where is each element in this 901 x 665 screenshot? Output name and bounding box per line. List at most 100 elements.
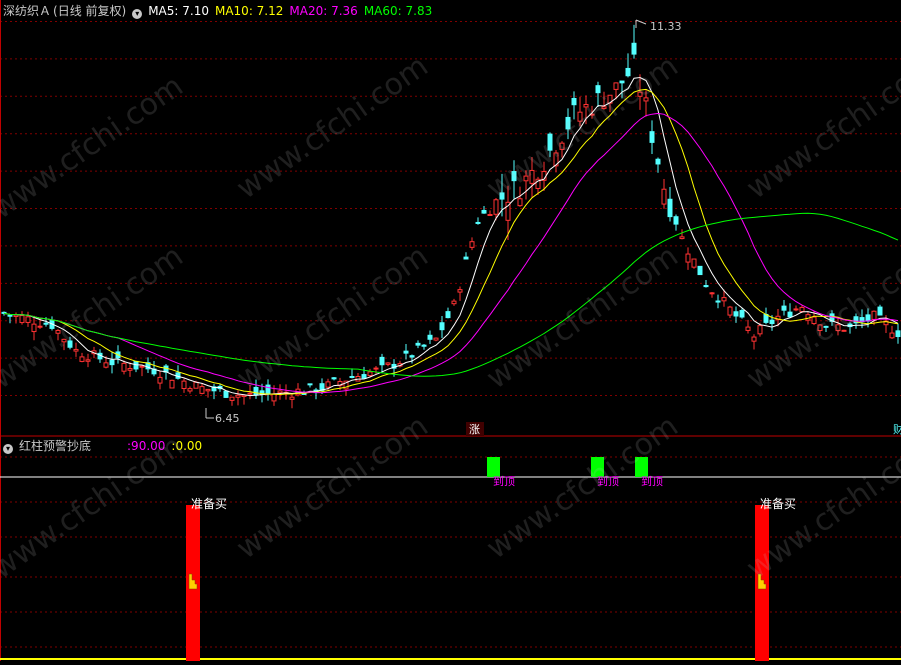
candle-body [271,393,277,402]
candle-body [577,111,583,122]
candle-body [547,133,553,151]
dropdown-icon[interactable]: ▾ [132,9,143,19]
candle-body [787,311,793,318]
high-label: 11.33 [650,20,682,33]
candle-body [835,324,841,332]
candle-body [637,91,643,97]
indicator-menu-icon[interactable]: ▾ [3,444,13,454]
stock-name[interactable]: 深纺织Ａ [3,4,51,18]
candle-body [823,325,829,328]
right-edge-marker: 财 [893,422,901,436]
candle-body [871,310,877,320]
candle-body [55,329,61,334]
candle-body [889,332,895,339]
candle-body [439,322,445,331]
candle-body [433,337,439,341]
candle-body [721,297,727,302]
candle-body [205,388,211,392]
top-signal-bar [487,457,500,477]
ma10-line [3,88,899,396]
candle-body [463,256,469,260]
candle-body [61,338,67,343]
candle-body [373,367,379,370]
candle-body [793,308,799,311]
candle-body [415,342,421,346]
candle-body [289,396,295,400]
candle-body [745,326,751,331]
low-label: 6.45 [215,412,240,425]
candle-body [19,315,25,324]
candle-body [229,396,235,401]
candle-body [193,381,199,389]
candle-body [727,306,733,316]
candle-body [571,97,577,106]
candle-body [583,103,589,108]
candle-body [67,340,73,348]
candle-body [307,383,313,386]
ma-legend-item: MA5: 7.10 [148,4,209,18]
indicator-values: :90.00:0.00 [127,439,208,453]
indicator-value: :0.00 [171,439,203,453]
top-signal-bar [635,457,648,477]
candle-body [679,236,685,240]
candle-body [79,356,85,362]
candle-body [649,131,655,143]
candle-body [817,324,823,332]
candle-body [331,377,337,380]
candle-body [223,390,229,398]
candle-body [733,311,739,317]
candle-body [559,142,565,150]
candle-body [643,97,649,102]
candle-body [451,300,457,305]
candle-body [697,265,703,276]
candle-body [445,311,451,319]
candle-body [187,388,193,392]
candle-body [595,85,601,94]
candle-body [475,221,481,224]
candle-body [265,384,271,394]
candle-body [877,306,883,316]
candle-body [73,348,79,352]
period-label[interactable]: (日线 前复权) [53,4,126,18]
price-chart-panel[interactable]: 11.33 6.45 涨 财 深纺织Ａ (日线 前复权) ▾ MA5: 7.10 MA10: … [0,0,901,437]
candle-body [661,188,667,205]
ma60-line [3,212,899,377]
candle-body [427,334,433,340]
candle-body [673,216,679,225]
candle-body [109,359,115,366]
candle-body [85,359,91,362]
candle-body [523,175,529,182]
ma-legend-item: MA10: 7.12 [214,4,284,18]
candle-body [181,380,187,390]
candle-body [121,362,127,372]
candle-body [493,199,499,215]
candle-body [619,80,625,84]
candle-body [529,169,535,184]
candle-body [235,394,241,398]
candle-body [799,306,805,313]
candle-body [739,310,745,318]
indicator-chart[interactable]: 到顶 到顶 到顶准备买 准备买 [0,437,901,661]
candle-body [349,375,355,378]
candle-body [757,325,763,335]
indicator-panel[interactable]: 到顶 到顶 到顶 准备买 准备买 ▾ 红柱预警抄底 :90.00:0.00 [0,437,901,661]
candle-body [601,106,607,109]
chart-legend: 深纺织Ａ (日线 前复权) ▾ MA5: 7.10 MA10: 7.12 MA20: 7.… [3,4,444,19]
price-chart[interactable]: 11.33 6.45 涨 财 [0,0,901,437]
top-signal-label: 到顶 [597,475,619,488]
candle-body [565,116,571,130]
candle-body [25,316,31,323]
candle-body [403,350,409,354]
candle-body [13,314,19,317]
candle-body [841,329,847,332]
candle-body [127,368,133,371]
candle-body [631,42,637,55]
indicator-name[interactable]: 红柱预警抄底 [19,439,91,453]
candle-body [43,322,49,325]
candle-body [691,258,697,268]
candle-body [37,325,43,328]
candle-body [247,392,253,395]
candle-body [487,214,493,217]
candle-body [157,376,163,384]
zhang-marker: 涨 [469,423,480,436]
